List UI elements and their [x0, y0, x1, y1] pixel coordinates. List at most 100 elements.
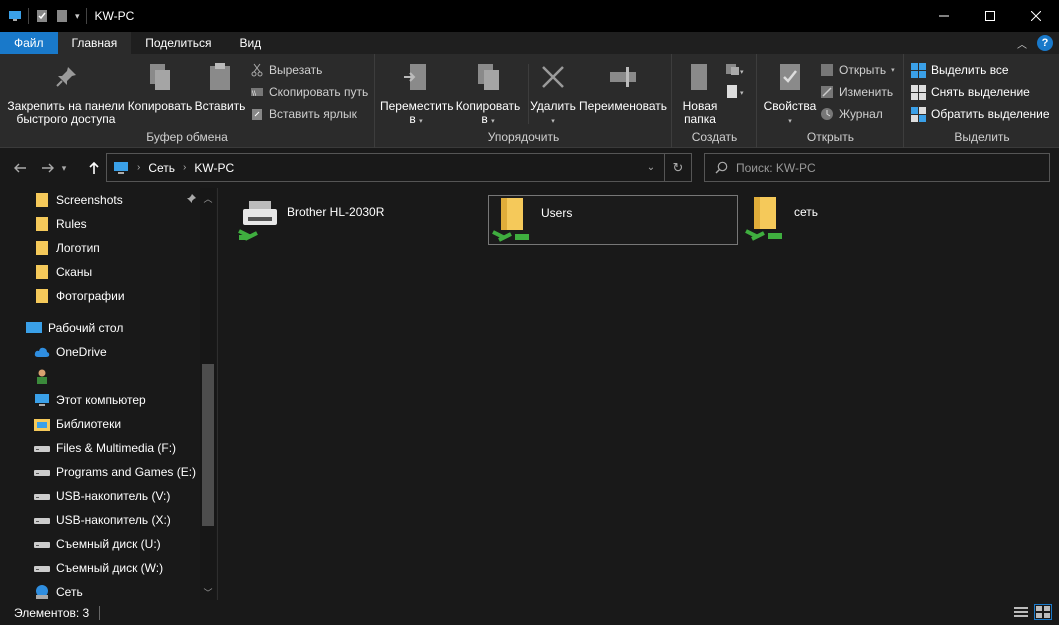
move-to-button[interactable]: Переместить в ▾: [380, 60, 454, 128]
invert-selection-icon: [911, 106, 926, 122]
sidebar-item-label: Съемный диск (U:): [56, 537, 161, 551]
sidebar-item-scans[interactable]: Сканы: [34, 261, 92, 283]
computer-icon: [114, 161, 128, 174]
paste-shortcut-label: Вставить ярлык: [269, 107, 357, 121]
search-input[interactable]: [736, 160, 1036, 175]
history-button[interactable]: Журнал: [820, 104, 883, 124]
properties-button[interactable]: Свойства ▾: [762, 60, 818, 128]
open-icon: [821, 64, 833, 76]
customize-qat-icon[interactable]: ▾: [75, 11, 80, 22]
list-item-printer[interactable]: Brother HL-2030R: [235, 195, 485, 245]
refresh-button[interactable]: ↻: [665, 154, 691, 181]
sidebar-item-drive-e[interactable]: Programs and Games (E:): [34, 461, 196, 483]
breadcrumb-network[interactable]: Сеть: [148, 161, 175, 175]
sidebar-item-drive-u[interactable]: Съемный диск (U:): [34, 533, 161, 555]
copy-label: Копировать: [127, 99, 193, 113]
scroll-up-icon[interactable]: ︿: [200, 190, 216, 206]
sidebar-item-this-pc[interactable]: Этот компьютер: [34, 389, 146, 411]
maximize-button[interactable]: [967, 0, 1013, 32]
pin-icon[interactable]: [186, 194, 196, 204]
rename-button[interactable]: Переименовать: [578, 60, 668, 113]
invert-selection-button[interactable]: Обратить выделение: [911, 104, 1050, 124]
sidebar-item-drive-x[interactable]: USB-накопитель (X:): [34, 509, 171, 531]
tab-view[interactable]: Вид: [225, 32, 275, 54]
copy-button[interactable]: Копировать: [126, 60, 194, 113]
scrollbar-thumb[interactable]: [202, 364, 214, 526]
close-button[interactable]: [1013, 0, 1059, 32]
up-button[interactable]: [84, 158, 104, 178]
minimize-button[interactable]: [921, 0, 967, 32]
tab-home[interactable]: Главная: [57, 32, 132, 54]
open-group: Свойства ▾ Открыть ▾ Изменить Журнал Отк…: [758, 54, 904, 148]
sidebar-item-network[interactable]: Сеть: [34, 581, 83, 600]
paste-button[interactable]: Вставить: [194, 60, 246, 113]
list-item-network-folder[interactable]: сеть: [742, 195, 992, 245]
item-name: Brother HL-2030R: [287, 205, 385, 219]
history-icon: [821, 108, 833, 120]
copy-path-button[interactable]: \\ Скопировать путь: [250, 82, 368, 102]
user-icon: [37, 369, 47, 384]
divider: [85, 8, 87, 24]
sidebar-item-drive-v[interactable]: USB-накопитель (V:): [34, 485, 170, 507]
help-icon[interactable]: ?: [1037, 35, 1053, 51]
quick-access-toolbar: ▾: [0, 8, 87, 24]
scroll-down-icon[interactable]: ﹀: [200, 584, 216, 600]
new-folder-button[interactable]: Новая папка: [677, 60, 723, 126]
delete-label: Удалить: [530, 99, 576, 113]
tiles-view-icon[interactable]: [1034, 604, 1052, 620]
sidebar-item-label: Rules: [56, 217, 87, 231]
search-box[interactable]: [704, 153, 1050, 182]
select-none-label: Снять выделение: [931, 85, 1030, 99]
tab-file[interactable]: Файл: [0, 32, 58, 54]
edit-button[interactable]: Изменить: [820, 82, 893, 102]
item-name: сеть: [794, 205, 819, 219]
new-item-button[interactable]: ▾: [725, 60, 747, 80]
chevron-right-icon[interactable]: ›: [183, 162, 186, 173]
address-history-button[interactable]: ⌄: [638, 154, 664, 181]
pin-quick-access-button[interactable]: Закрепить на панели быстрого доступа: [6, 60, 126, 126]
select-all-label: Выделить все: [931, 63, 1009, 77]
sidebar-item-drive-w[interactable]: Съемный диск (W:): [34, 557, 163, 579]
properties-icon[interactable]: [35, 9, 49, 23]
new-folder-icon[interactable]: [55, 9, 69, 23]
minimize-icon: [939, 15, 949, 17]
sidebar-item-label: Screenshots: [56, 193, 123, 207]
breadcrumb-kw-pc[interactable]: KW-PC: [194, 161, 234, 175]
sidebar-scrollbar[interactable]: ︿ ﹀: [200, 188, 216, 600]
dropdown-arrow-icon: ▾: [891, 67, 895, 74]
copy-to-button[interactable]: Копировать в ▾: [452, 60, 524, 128]
details-view-icon[interactable]: [1013, 605, 1029, 619]
sidebar-item-drive-f[interactable]: Files & Multimedia (F:): [34, 437, 176, 459]
chevron-right-icon[interactable]: ›: [137, 162, 140, 173]
clipboard-group-label: Буфер обмена: [146, 130, 228, 144]
invert-selection-label: Обратить выделение: [931, 107, 1050, 121]
sidebar-item-label: Programs and Games (E:): [56, 465, 197, 479]
select-all-button[interactable]: Выделить все: [911, 60, 1009, 80]
easy-access-button[interactable]: ▾: [725, 82, 747, 102]
sidebar-item-label: Фотографии: [56, 289, 125, 303]
forward-button[interactable]: [38, 158, 58, 178]
list-item-users-folder[interactable]: Users: [488, 195, 738, 245]
sidebar-item-rules[interactable]: Rules: [34, 213, 87, 235]
back-button[interactable]: [10, 158, 30, 178]
sidebar-item-screenshots[interactable]: Screenshots: [34, 189, 123, 211]
maximize-icon: [985, 11, 995, 21]
sidebar-item-desktop[interactable]: Рабочий стол: [26, 317, 123, 339]
delete-x-icon: [542, 66, 564, 88]
address-bar[interactable]: › Сеть › KW-PC ⌄ ↻: [106, 153, 692, 182]
select-none-button[interactable]: Снять выделение: [911, 82, 1030, 102]
paste-shortcut-button[interactable]: Вставить ярлык: [250, 104, 357, 124]
sidebar-item-onedrive[interactable]: OneDrive: [34, 341, 107, 363]
recent-locations-button[interactable]: ▾: [58, 158, 70, 178]
sidebar-item-user[interactable]: [34, 365, 56, 387]
cut-button[interactable]: Вырезать: [250, 60, 322, 80]
sidebar-item-logo[interactable]: Логотип: [34, 237, 100, 259]
sidebar-item-photos[interactable]: Фотографии: [34, 285, 125, 307]
tab-share[interactable]: Поделиться: [131, 32, 225, 54]
folder-icon: [36, 217, 48, 231]
open-button[interactable]: Открыть ▾: [820, 60, 895, 80]
dropdown-arrow-icon: ▾: [491, 118, 495, 125]
delete-button[interactable]: Удалить ▾: [530, 60, 576, 128]
sidebar-item-libraries[interactable]: Библиотеки: [34, 413, 121, 435]
collapse-ribbon-icon[interactable]: ︿: [1017, 36, 1027, 51]
